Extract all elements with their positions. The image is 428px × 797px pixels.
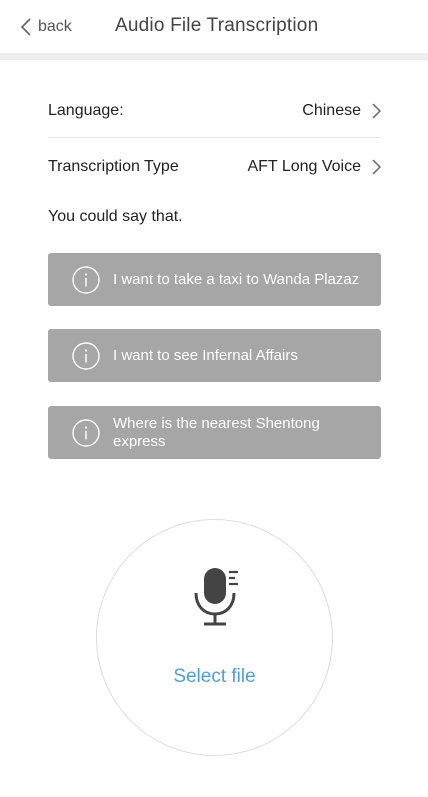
suggestion-text: Where is the nearest Shentong express [113,414,320,450]
select-file-label: Select file [173,666,256,687]
language-row[interactable]: Language: Chinese [48,84,381,138]
chevron-right-icon [371,102,381,119]
suggestion-text: I want to see Infernal Affairs [113,346,298,364]
microphone-icon [194,568,238,626]
language-value: Chinese [302,101,361,119]
back-button[interactable]: back [20,14,72,40]
suggestion-item[interactable]: I want to take a taxi to Wanda Plazaz [48,253,381,306]
chevron-left-icon [20,18,31,36]
transcription-type-value: AFT Long Voice [247,158,361,175]
language-label: Language: [48,101,124,119]
info-icon [72,265,100,294]
suggestion-text: I want to take a taxi to Wanda Plazaz [113,270,360,288]
transcription-type-row[interactable]: Transcription Type AFT Long Voice [48,141,381,193]
chevron-right-icon [371,159,381,175]
page-title: Audio File Transcription [115,15,319,36]
header-divider [0,53,428,60]
select-file-button[interactable]: Select file [96,519,333,756]
hint-text: You could say that. [48,208,183,225]
suggestion-item[interactable]: Where is the nearest Shentong express [48,406,381,459]
transcription-type-label: Transcription Type [48,158,179,175]
info-icon [72,418,100,447]
suggestion-item[interactable]: I want to see Infernal Affairs [48,329,381,382]
info-icon [72,341,100,370]
back-label: back [38,18,72,35]
header-bar: back Audio File Transcription [0,0,428,53]
